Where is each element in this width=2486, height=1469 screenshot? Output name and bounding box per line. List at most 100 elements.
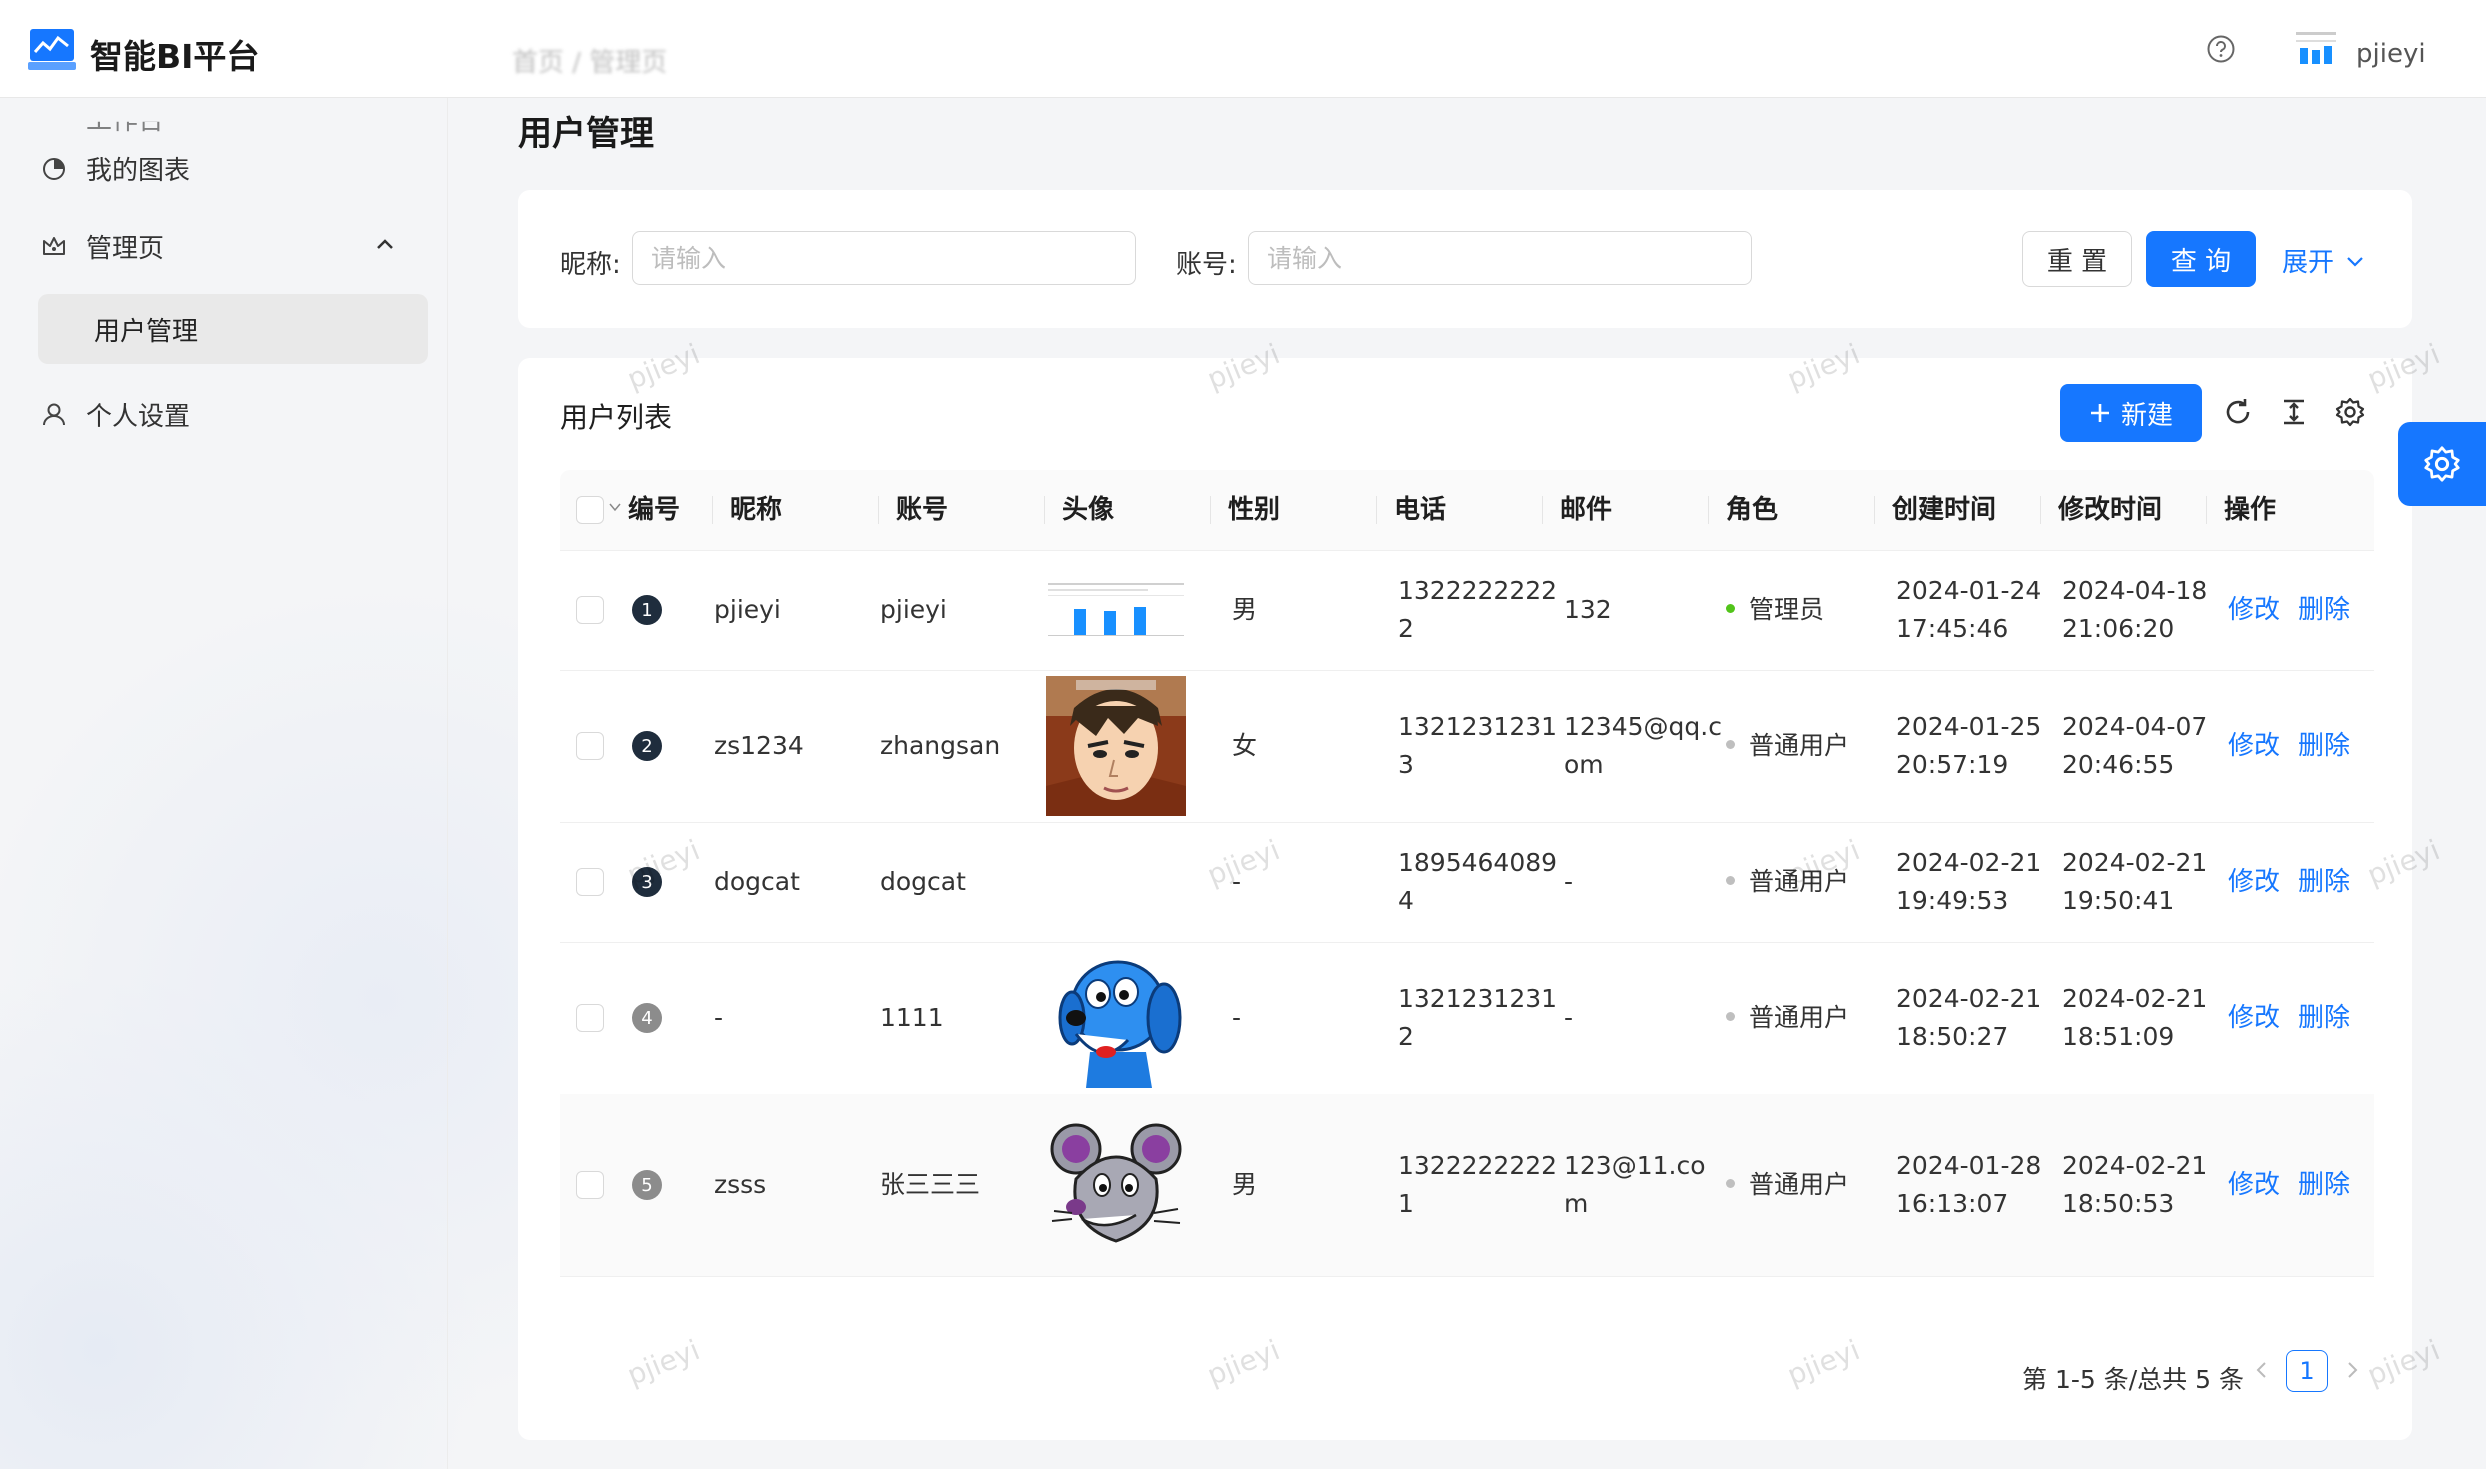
table-header: 编号 昵称 账号 头像 性别 电话 邮件 角色 创建时间 修改时间 操作 — [560, 470, 2374, 551]
role-label: 普通用户 — [1749, 867, 1850, 896]
row-checkbox[interactable] — [576, 596, 604, 624]
sidebar-item-admin[interactable]: 管理页 — [40, 216, 164, 276]
app-title[interactable]: 智能BI平台 — [90, 30, 259, 78]
table-row[interactable]: 5 zsss 张三三三 男 1322222222 1 123@11.co m 普… — [560, 1094, 2374, 1277]
setting-icon[interactable] — [2334, 396, 2366, 428]
new-button[interactable]: 新建 — [2060, 384, 2202, 442]
date-line: 2024-02-21 — [1896, 848, 2042, 877]
email-cell: 123@11.co m — [1564, 1147, 1706, 1223]
email-cell: 132 — [1564, 595, 1612, 624]
delete-link[interactable]: 删除 — [2298, 595, 2350, 625]
query-button[interactable]: 查 询 — [2146, 231, 2256, 287]
table-row[interactable]: 2 zs1234 zhangsan 女 1321231231 3 12345@q… — [560, 670, 2374, 823]
avatar[interactable] — [2290, 26, 2342, 70]
avatar-chart-thumbnail[interactable] — [1046, 575, 1186, 645]
settings-drawer-button[interactable] — [2398, 422, 2486, 506]
expand-link[interactable]: 展开 — [2282, 242, 2366, 279]
delete-link[interactable]: 删除 — [2298, 1170, 2350, 1200]
role-label: 普通用户 — [1749, 1170, 1850, 1199]
select-all-checkbox[interactable] — [576, 496, 604, 524]
edit-link[interactable]: 修改 — [2228, 595, 2280, 625]
edit-link[interactable]: 修改 — [2228, 867, 2280, 897]
status-dot — [1726, 1011, 1735, 1021]
date-line: 2024-02-21 — [2062, 848, 2208, 877]
account-label: 账号: — [1176, 250, 1237, 280]
updated-cell: 2024-02-21 18:51:09 — [2062, 980, 2207, 1056]
column-separator — [1542, 496, 1543, 524]
role-label: 普通用户 — [1749, 1003, 1850, 1032]
actions-cell: 修改 删除 — [2228, 863, 2350, 901]
edit-link[interactable]: 修改 — [2228, 731, 2280, 761]
edit-link[interactable]: 修改 — [2228, 1003, 2280, 1033]
time-line: 19:49:53 — [1896, 886, 2009, 915]
phone-cell: 1322222222 1 — [1398, 1147, 1557, 1223]
sidebar-item-my-charts[interactable]: 我的图表 — [40, 138, 190, 198]
time-line: 20:57:19 — [1896, 750, 2009, 779]
phone-cell: 1322222222 2 — [1398, 572, 1557, 648]
chevron-left-icon[interactable] — [2250, 1358, 2274, 1382]
setting-icon — [2424, 446, 2460, 482]
page-number-current[interactable]: 1 — [2286, 1350, 2328, 1392]
table-row[interactable]: 1 pjieyi pjieyi 男 1322222222 2 132 管理员 2… — [560, 550, 2374, 671]
delete-link[interactable]: 删除 — [2298, 867, 2350, 897]
created-cell: 2024-02-21 18:50:27 — [1896, 980, 2041, 1056]
avatar-cartoon-mouse[interactable] — [1046, 1115, 1186, 1255]
nickname-cell: zsss — [714, 1170, 767, 1199]
breadcrumb[interactable]: 首页 / 管理页 — [512, 42, 667, 79]
column-height-icon[interactable] — [2278, 396, 2310, 428]
delete-link[interactable]: 删除 — [2298, 1003, 2350, 1033]
user-name[interactable]: pjieyi — [2356, 39, 2426, 69]
row-checkbox[interactable] — [576, 1171, 604, 1199]
status-dot — [1726, 875, 1735, 885]
phone-line: 4 — [1398, 886, 1414, 915]
edit-link[interactable]: 修改 — [2228, 1170, 2280, 1200]
chevron-down-icon[interactable] — [608, 500, 622, 514]
updated-cell: 2024-04-18 21:06:20 — [2062, 572, 2207, 648]
gender-cell: - — [1232, 1003, 1242, 1032]
status-dot — [1726, 1178, 1735, 1188]
question-icon[interactable] — [2206, 34, 2236, 64]
account-input[interactable] — [1248, 231, 1752, 285]
phone-cell: 1321231231 3 — [1398, 708, 1557, 784]
pagination-summary: 第 1-5 条/总共 5 条 — [2022, 1365, 2244, 1394]
avatar-blue-dog[interactable] — [1046, 948, 1186, 1088]
table-row[interactable]: 4 - 1111 - 1321231231 2 - 普通用户 2024-02-2… — [560, 942, 2374, 1095]
reset-button[interactable]: 重 置 — [2022, 231, 2132, 287]
column-header-avatar: 头像 — [1062, 495, 1115, 525]
sidebar-item-personal-settings[interactable]: 个人设置 — [40, 384, 190, 444]
email-line: om — [1564, 750, 1604, 779]
sidebar-item-user-management[interactable]: 用户管理 — [38, 294, 428, 364]
column-header-email: 邮件 — [1560, 495, 1613, 525]
avatar-anime-man[interactable] — [1046, 676, 1186, 816]
delete-link[interactable]: 删除 — [2298, 731, 2350, 761]
time-line: 18:50:27 — [1896, 1022, 2009, 1051]
email-cell: - — [1564, 1003, 1574, 1032]
reload-icon[interactable] — [2222, 396, 2254, 428]
role-label: 普通用户 — [1749, 731, 1850, 760]
chevron-right-icon[interactable] — [2340, 1358, 2364, 1382]
app-logo-icon[interactable] — [28, 26, 76, 72]
nickname-cell: zs1234 — [714, 731, 804, 760]
row-checkbox[interactable] — [576, 1004, 604, 1032]
nickname-input[interactable] — [632, 231, 1136, 285]
phone-line: 1322222222 — [1398, 576, 1558, 605]
table-row[interactable]: 3 dogcat dogcat - 1895464089 4 - 普通用户 20… — [560, 822, 2374, 943]
role-cell: 普通用户 — [1726, 1166, 1849, 1204]
account-cell: pjieyi — [880, 595, 947, 624]
chevron-up-icon[interactable] — [374, 234, 396, 256]
column-header-account: 账号 — [896, 495, 949, 525]
row-index-badge: 1 — [632, 595, 662, 625]
time-line: 17:45:46 — [1896, 614, 2009, 643]
date-line: 2024-01-24 — [1896, 576, 2042, 605]
gender-cell: 男 — [1232, 595, 1258, 624]
phone-line: 3 — [1398, 750, 1414, 779]
time-line: 21:06:20 — [2062, 614, 2175, 643]
crown-icon — [43, 237, 65, 255]
phone-line: 1895464089 — [1398, 848, 1558, 877]
row-checkbox[interactable] — [576, 868, 604, 896]
account-cell: 1111 — [880, 1003, 944, 1032]
account-cell: zhangsan — [880, 731, 1001, 760]
table-title: 用户列表 — [560, 401, 673, 434]
sidebar-item-label: 管理页 — [86, 233, 165, 264]
row-checkbox[interactable] — [576, 732, 604, 760]
